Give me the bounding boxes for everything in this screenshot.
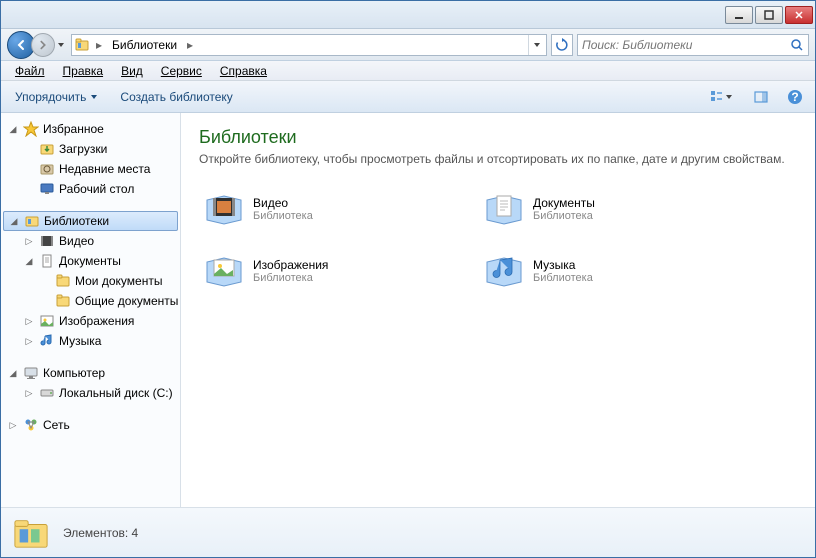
menu-edit[interactable]: Правка: [55, 62, 112, 80]
images-icon: [39, 313, 55, 329]
video-icon: [39, 233, 55, 249]
page-subtitle: Откройте библиотеку, чтобы просмотреть ф…: [199, 152, 797, 166]
music-icon: [39, 333, 55, 349]
tree-images[interactable]: ▷ Изображения: [1, 311, 180, 331]
tree-recent[interactable]: Недавние места: [1, 159, 180, 179]
address-dropdown[interactable]: [528, 35, 544, 55]
menu-view[interactable]: Вид: [113, 62, 151, 80]
library-type: Библиотека: [253, 272, 328, 284]
nav-history-dropdown[interactable]: [55, 35, 67, 55]
tree-documents[interactable]: ◢ Документы: [1, 251, 180, 271]
menu-tools[interactable]: Сервис: [153, 62, 210, 80]
tree-video[interactable]: ▷ Видео: [1, 231, 180, 251]
libraries-large-icon: [11, 515, 51, 551]
breadcrumb-root[interactable]: Библиотеки: [108, 36, 181, 54]
tree-computer[interactable]: ◢ Компьютер: [1, 363, 180, 383]
explorer-window: ▸ Библиотеки ▸ Файл Правка Вид Сервис Сп…: [0, 0, 816, 558]
tree-favorites[interactable]: ◢ Избранное: [1, 119, 180, 139]
documents-icon: [39, 253, 55, 269]
nav-bar: ▸ Библиотеки ▸: [1, 29, 815, 61]
recent-icon: [39, 161, 55, 177]
library-images[interactable]: Изображения Библиотека: [199, 246, 449, 296]
menu-file[interactable]: Файл: [7, 62, 53, 80]
toolbar: Упорядочить Создать библиотеку ?: [1, 81, 815, 113]
folder-icon: [55, 293, 71, 309]
tree-mydocs[interactable]: Мои документы: [1, 271, 180, 291]
tree-desktop[interactable]: Рабочий стол: [1, 179, 180, 199]
library-type: Библиотека: [533, 210, 595, 222]
organize-button[interactable]: Упорядочить: [9, 86, 104, 108]
music-library-icon: [483, 250, 525, 292]
library-name: Изображения: [253, 258, 328, 272]
images-library-icon: [203, 250, 245, 292]
library-video[interactable]: Видео Библиотека: [199, 184, 449, 234]
preview-pane-button[interactable]: [749, 85, 773, 109]
expand-icon[interactable]: ▷: [23, 235, 35, 247]
page-title: Библиотеки: [199, 127, 797, 148]
folder-icon: [55, 273, 71, 289]
network-icon: [23, 417, 39, 433]
expand-icon[interactable]: ▷: [23, 387, 35, 399]
library-documents[interactable]: Документы Библиотека: [479, 184, 729, 234]
forward-button[interactable]: [31, 33, 55, 57]
search-input[interactable]: [582, 38, 790, 52]
library-type: Библиотека: [533, 272, 593, 284]
status-bar: Элементов: 4: [1, 507, 815, 557]
search-box[interactable]: [577, 34, 809, 56]
library-name: Музыка: [533, 258, 593, 272]
star-icon: [23, 121, 39, 137]
body: ◢ Избранное Загрузки Недавние места: [1, 113, 815, 507]
collapse-icon[interactable]: ◢: [23, 255, 35, 267]
video-library-icon: [203, 188, 245, 230]
expand-icon[interactable]: ▷: [23, 335, 35, 347]
collapse-icon[interactable]: ◢: [7, 367, 19, 379]
content-pane: Библиотеки Откройте библиотеку, чтобы пр…: [181, 113, 815, 507]
minimize-button[interactable]: [725, 6, 753, 24]
tree-downloads[interactable]: Загрузки: [1, 139, 180, 159]
menu-bar: Файл Правка Вид Сервис Справка: [1, 61, 815, 81]
computer-icon: [23, 365, 39, 381]
menu-help[interactable]: Справка: [212, 62, 275, 80]
new-library-button[interactable]: Создать библиотеку: [114, 86, 238, 108]
svg-text:?: ?: [791, 90, 798, 104]
breadcrumb-sep: ▸: [185, 38, 195, 52]
tree-music[interactable]: ▷ Музыка: [1, 331, 180, 351]
collapse-icon[interactable]: ◢: [7, 123, 19, 135]
library-name: Документы: [533, 196, 595, 210]
drive-icon: [39, 385, 55, 401]
downloads-icon: [39, 141, 55, 157]
address-bar[interactable]: ▸ Библиотеки ▸: [71, 34, 547, 56]
breadcrumb-sep: ▸: [94, 38, 104, 52]
tree-libraries[interactable]: ◢ Библиотеки: [3, 211, 178, 231]
tree-network[interactable]: ▷ Сеть: [1, 415, 180, 435]
expand-icon[interactable]: ▷: [23, 315, 35, 327]
help-button[interactable]: ?: [783, 85, 807, 109]
desktop-icon: [39, 181, 55, 197]
collapse-icon[interactable]: ◢: [8, 215, 20, 227]
tree-local-c[interactable]: ▷ Локальный диск (C:): [1, 383, 180, 403]
expand-icon[interactable]: ▷: [7, 419, 19, 431]
view-options-button[interactable]: [703, 85, 739, 109]
library-type: Библиотека: [253, 210, 313, 222]
status-text: Элементов: 4: [63, 526, 138, 540]
refresh-button[interactable]: [551, 34, 573, 56]
tree-pubdocs[interactable]: Общие документы: [1, 291, 180, 311]
libraries-icon: [74, 37, 90, 53]
close-button[interactable]: [785, 6, 813, 24]
libraries-icon: [24, 213, 40, 229]
documents-library-icon: [483, 188, 525, 230]
library-name: Видео: [253, 196, 313, 210]
search-icon: [790, 38, 804, 52]
library-music[interactable]: Музыка Библиотека: [479, 246, 729, 296]
title-bar: [1, 1, 815, 29]
maximize-button[interactable]: [755, 6, 783, 24]
nav-tree: ◢ Избранное Загрузки Недавние места: [1, 113, 181, 507]
